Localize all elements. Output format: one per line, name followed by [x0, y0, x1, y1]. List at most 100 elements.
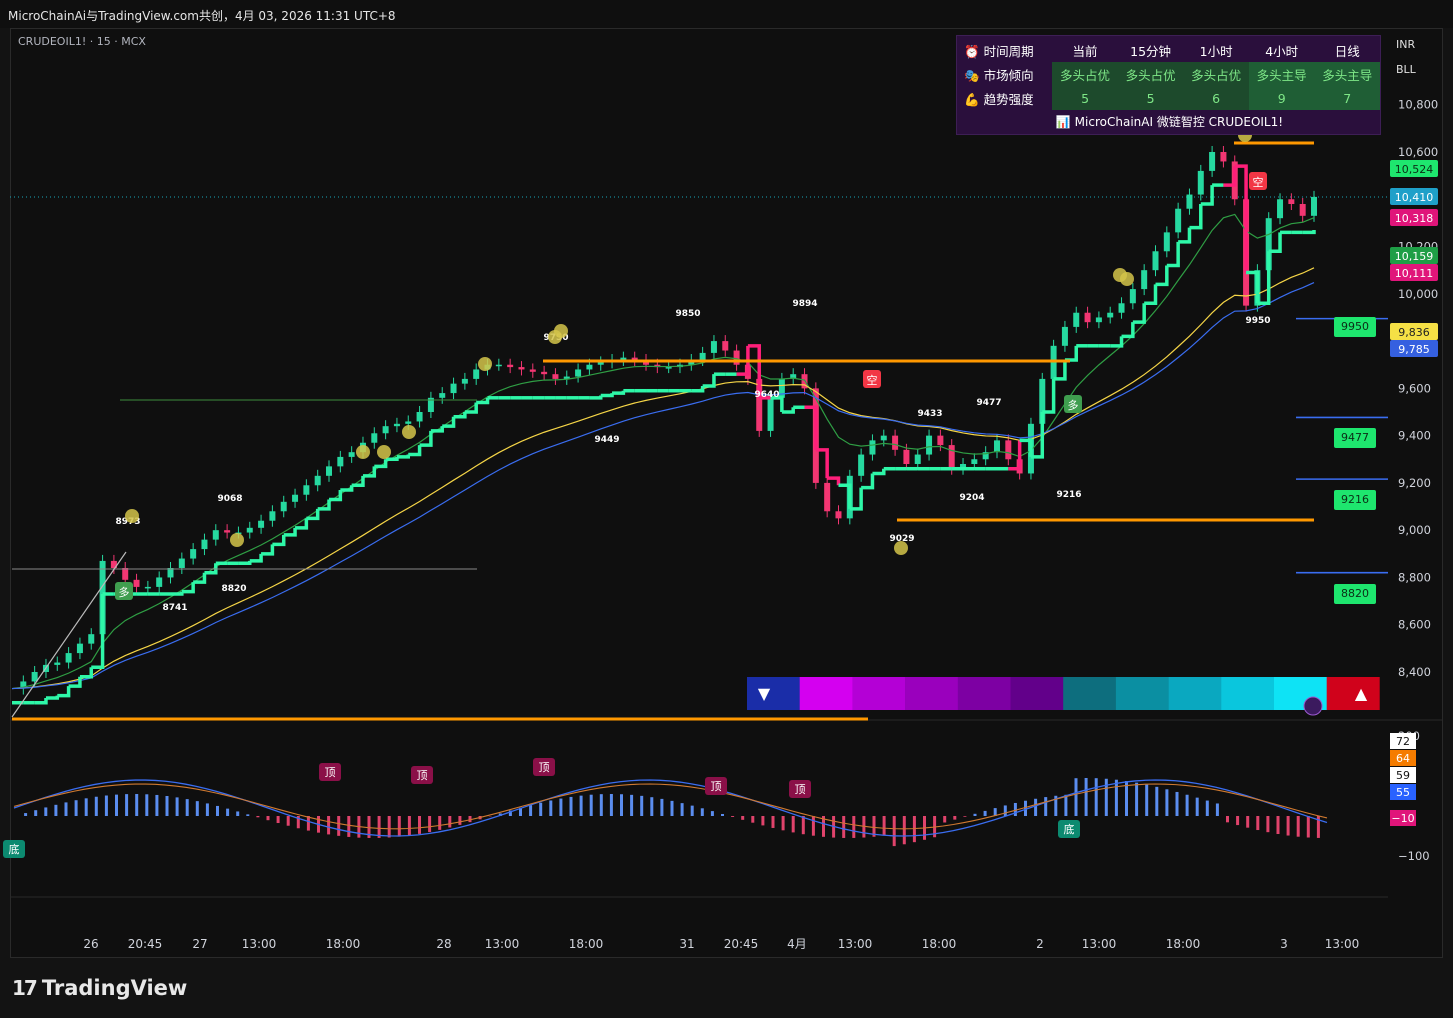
histogram-bar: [1094, 778, 1098, 816]
x-axis-tick: 13:00: [242, 937, 277, 951]
histogram-bar: [1256, 816, 1260, 831]
price-label: 9640: [754, 390, 779, 400]
histogram-bar: [973, 813, 977, 816]
candle: [1163, 232, 1170, 252]
candle: [371, 433, 378, 443]
candle: [914, 454, 921, 464]
histogram-bar: [690, 805, 694, 816]
candle: [948, 445, 955, 469]
histogram-bar: [983, 810, 987, 816]
candle: [314, 475, 321, 486]
histogram-bar: [539, 802, 543, 816]
candle: [722, 341, 729, 351]
trailing-stop-line: [329, 490, 343, 502]
x-axis-tick: 18:00: [569, 937, 604, 951]
trailing-stop-line: [272, 534, 286, 547]
price-tag-label: 9477: [1341, 431, 1369, 444]
trailing-stop-line: [45, 695, 60, 700]
price-label: 9449: [594, 435, 619, 445]
x-axis-tick: 28: [436, 937, 451, 951]
gold-dot-marker: [1120, 272, 1134, 286]
currency-inr[interactable]: INR: [1396, 38, 1415, 51]
divergence-label: 底: [9, 842, 20, 856]
candle: [246, 527, 253, 533]
y-axis-tick: 8,600: [1398, 618, 1431, 632]
row-label: 市场倾向: [983, 67, 1034, 83]
candle: [733, 350, 740, 365]
histogram-bar: [216, 805, 219, 816]
histogram-bar: [599, 794, 603, 816]
histogram-bar: [1125, 781, 1128, 816]
y-axis-tick: 9,200: [1398, 476, 1431, 490]
candle: [507, 364, 514, 368]
histogram-bar: [589, 794, 593, 816]
price-label: 8820: [221, 584, 246, 594]
osc-tag-label: 59: [1396, 769, 1410, 782]
histogram-bar: [1114, 779, 1118, 816]
histogram-bar: [397, 816, 401, 837]
y-axis-tick: 10,600: [1398, 145, 1438, 159]
histogram-bar: [882, 816, 886, 836]
ema-line: [11, 281, 1315, 690]
divergence-label: 底: [1064, 822, 1075, 836]
candle: [326, 466, 333, 476]
price-chart[interactable]: 8973906887418820975098509894944996409433…: [0, 0, 1453, 1018]
candle: [1299, 204, 1306, 216]
histogram-bar: [1145, 784, 1149, 816]
candle: [824, 482, 831, 512]
price-label: 9850: [675, 309, 700, 319]
histogram-bar: [1266, 816, 1270, 833]
trailing-stop-line: [453, 412, 467, 419]
candle: [280, 501, 287, 512]
trailing-stop-line: [1121, 322, 1135, 339]
trend-strip-cell: [799, 677, 853, 710]
x-axis-tick: 26: [83, 937, 98, 951]
histogram-bar: [1276, 816, 1280, 835]
histogram-bar: [1306, 816, 1310, 838]
price-tag-label: 10,410: [1395, 191, 1434, 204]
table-cell: 6: [1183, 86, 1249, 110]
candle: [144, 586, 151, 589]
histogram-bar: [236, 811, 240, 816]
trailing-stop-line: [408, 445, 422, 457]
gold-dot-marker: [377, 445, 391, 459]
signal-label: 多: [1068, 398, 1079, 412]
histogram-bar: [609, 794, 613, 816]
mask-icon-label: 🎭 市场倾向: [961, 62, 1052, 86]
x-axis-tick: 18:00: [326, 937, 361, 951]
tv-logo-icon: 17: [12, 976, 38, 1000]
histogram-bar: [670, 800, 674, 816]
trailing-stop-line: [295, 518, 309, 530]
trend-strip-cell: [957, 677, 1011, 710]
candle: [586, 364, 593, 370]
gold-dot-marker: [554, 324, 568, 338]
y-axis-tick: 8,800: [1398, 570, 1431, 584]
down-arrow-icon: ▼: [758, 684, 771, 703]
up-arrow-icon: ▲: [1355, 684, 1368, 703]
histogram-bar: [842, 816, 846, 838]
x-axis-tick: 3: [1280, 937, 1288, 951]
price-label: 8741: [162, 603, 187, 613]
histogram-bar: [1034, 798, 1038, 816]
candle: [1005, 440, 1012, 460]
tradingview-logo[interactable]: 17 TradingView: [12, 976, 187, 1000]
signal-label: 空: [867, 373, 878, 387]
trailing-stop-line: [340, 485, 354, 492]
clock-icon: ⏰: [964, 43, 980, 59]
histogram-bar: [135, 794, 139, 816]
candle: [65, 653, 72, 663]
trailing-stop-line: [691, 386, 705, 393]
trailing-stop-line: [374, 459, 388, 469]
histogram-bar: [306, 816, 310, 831]
histogram-bar: [751, 816, 755, 823]
candle: [575, 369, 582, 377]
candle: [1129, 289, 1136, 304]
trailing-stop-line: [249, 553, 263, 563]
candle: [190, 549, 197, 559]
histogram-bar: [660, 798, 664, 816]
trailing-stop-line: [91, 594, 105, 670]
candle: [31, 672, 38, 682]
currency-bll[interactable]: BLL: [1396, 63, 1416, 76]
osc-tag-label: 64: [1396, 752, 1410, 765]
table-cell: 15分钟: [1130, 43, 1172, 59]
